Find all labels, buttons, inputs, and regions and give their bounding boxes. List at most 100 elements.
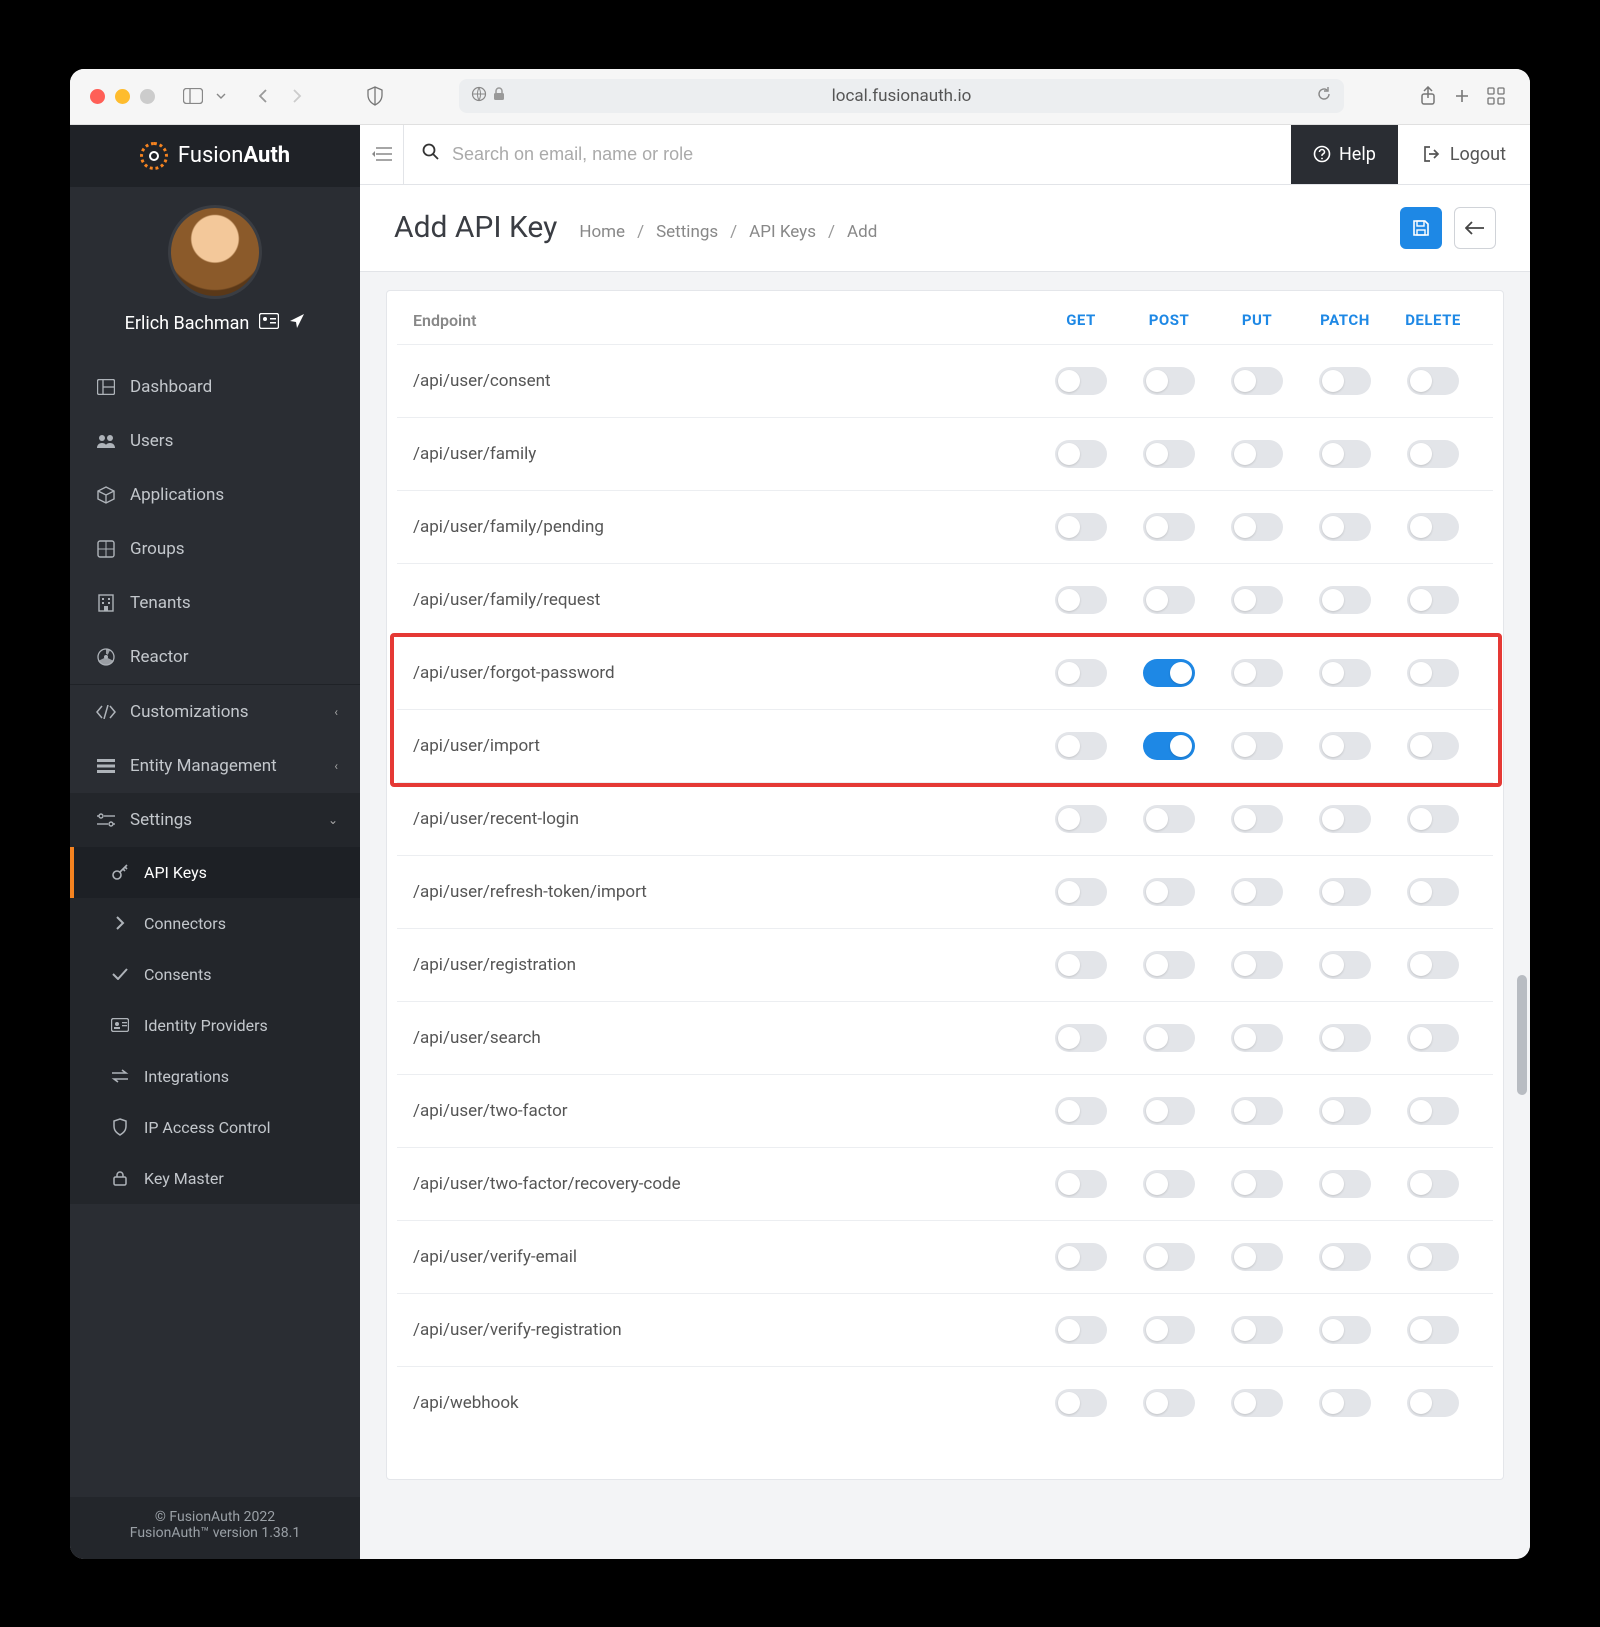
toggle-patch[interactable] <box>1319 1170 1371 1198</box>
toggle-post[interactable] <box>1143 440 1195 468</box>
sidebar-subitem-connectors[interactable]: Connectors <box>70 898 360 949</box>
toggle-post[interactable] <box>1143 1024 1195 1052</box>
toggle-post[interactable] <box>1143 659 1195 687</box>
sidebar-item-groups[interactable]: Groups <box>70 522 360 576</box>
toggle-put[interactable] <box>1231 805 1283 833</box>
toggle-get[interactable] <box>1055 951 1107 979</box>
toggle-get[interactable] <box>1055 1097 1107 1125</box>
toggle-patch[interactable] <box>1319 440 1371 468</box>
toggle-get[interactable] <box>1055 878 1107 906</box>
sidebar-subitem-consents[interactable]: Consents <box>70 949 360 1000</box>
toggle-post[interactable] <box>1143 586 1195 614</box>
sidebar-item-settings[interactable]: Settings ⌄ <box>70 793 360 847</box>
toggle-put[interactable] <box>1231 1316 1283 1344</box>
reload-icon[interactable] <box>1316 86 1332 107</box>
toggle-patch[interactable] <box>1319 1389 1371 1417</box>
toggle-delete[interactable] <box>1407 1316 1459 1344</box>
sidebar-toggle-icon[interactable] <box>179 82 207 110</box>
toggle-delete[interactable] <box>1407 659 1459 687</box>
toggle-patch[interactable] <box>1319 805 1371 833</box>
sidebar-item-tenants[interactable]: Tenants <box>70 576 360 630</box>
toggle-put[interactable] <box>1231 732 1283 760</box>
toggle-post[interactable] <box>1143 367 1195 395</box>
toggle-delete[interactable] <box>1407 1243 1459 1271</box>
save-button[interactable] <box>1400 207 1442 249</box>
toggle-delete[interactable] <box>1407 513 1459 541</box>
toggle-patch[interactable] <box>1319 1243 1371 1271</box>
maximize-window-icon[interactable] <box>140 89 155 104</box>
toggle-post[interactable] <box>1143 732 1195 760</box>
toggle-delete[interactable] <box>1407 1024 1459 1052</box>
vcard-icon[interactable] <box>259 313 279 334</box>
sidebar-subitem-key-master[interactable]: Key Master <box>70 1153 360 1204</box>
toggle-patch[interactable] <box>1319 367 1371 395</box>
toggle-get[interactable] <box>1055 659 1107 687</box>
toggle-patch[interactable] <box>1319 659 1371 687</box>
toggle-post[interactable] <box>1143 878 1195 906</box>
sidebar-item-applications[interactable]: Applications <box>70 468 360 522</box>
toggle-put[interactable] <box>1231 659 1283 687</box>
toggle-patch[interactable] <box>1319 513 1371 541</box>
sidebar-item-users[interactable]: Users <box>70 414 360 468</box>
crumb-api-keys[interactable]: API Keys <box>749 222 816 242</box>
toggle-get[interactable] <box>1055 367 1107 395</box>
toggle-delete[interactable] <box>1407 732 1459 760</box>
toggle-put[interactable] <box>1231 1024 1283 1052</box>
toggle-get[interactable] <box>1055 513 1107 541</box>
sidebar-item-entity-management[interactable]: Entity Management ‹ <box>70 739 360 793</box>
toggle-put[interactable] <box>1231 1097 1283 1125</box>
toggle-get[interactable] <box>1055 440 1107 468</box>
sidebar-subitem-ip-access-control[interactable]: IP Access Control <box>70 1102 360 1153</box>
toggle-get[interactable] <box>1055 1024 1107 1052</box>
back-icon[interactable] <box>249 82 277 110</box>
brand-header[interactable]: FusionAuth <box>70 125 360 187</box>
share-icon[interactable] <box>1414 82 1442 110</box>
chevron-down-icon[interactable] <box>213 82 229 110</box>
toggle-patch[interactable] <box>1319 951 1371 979</box>
toggle-post[interactable] <box>1143 951 1195 979</box>
tabs-overview-icon[interactable] <box>1482 82 1510 110</box>
toggle-put[interactable] <box>1231 513 1283 541</box>
sidebar-subitem-identity-providers[interactable]: Identity Providers <box>70 1000 360 1051</box>
toggle-post[interactable] <box>1143 1097 1195 1125</box>
toggle-patch[interactable] <box>1319 1097 1371 1125</box>
toggle-patch[interactable] <box>1319 878 1371 906</box>
address-bar[interactable]: local.fusionauth.io <box>459 79 1344 113</box>
toggle-put[interactable] <box>1231 878 1283 906</box>
crumb-settings[interactable]: Settings <box>656 222 718 242</box>
new-tab-icon[interactable] <box>1448 82 1476 110</box>
toggle-patch[interactable] <box>1319 1024 1371 1052</box>
sidebar-item-dashboard[interactable]: Dashboard <box>70 360 360 414</box>
toggle-put[interactable] <box>1231 951 1283 979</box>
close-window-icon[interactable] <box>90 89 105 104</box>
location-icon[interactable] <box>289 313 305 334</box>
search-input[interactable] <box>452 144 1273 165</box>
toggle-get[interactable] <box>1055 1316 1107 1344</box>
toggle-put[interactable] <box>1231 1243 1283 1271</box>
minimize-window-icon[interactable] <box>115 89 130 104</box>
toggle-delete[interactable] <box>1407 1170 1459 1198</box>
toggle-get[interactable] <box>1055 1389 1107 1417</box>
toggle-post[interactable] <box>1143 513 1195 541</box>
sidebar-item-customizations[interactable]: Customizations ‹ <box>70 685 360 739</box>
toggle-delete[interactable] <box>1407 878 1459 906</box>
toggle-get[interactable] <box>1055 1243 1107 1271</box>
toggle-get[interactable] <box>1055 586 1107 614</box>
toggle-put[interactable] <box>1231 586 1283 614</box>
toggle-post[interactable] <box>1143 1243 1195 1271</box>
toggle-put[interactable] <box>1231 367 1283 395</box>
crumb-home[interactable]: Home <box>579 222 625 242</box>
toggle-delete[interactable] <box>1407 951 1459 979</box>
shield-icon[interactable] <box>361 82 389 110</box>
sidebar-subitem-integrations[interactable]: Integrations <box>70 1051 360 1102</box>
toggle-put[interactable] <box>1231 1389 1283 1417</box>
back-button[interactable] <box>1454 207 1496 249</box>
toggle-get[interactable] <box>1055 732 1107 760</box>
toggle-delete[interactable] <box>1407 1389 1459 1417</box>
toggle-post[interactable] <box>1143 1389 1195 1417</box>
collapse-sidebar-icon[interactable] <box>360 125 404 185</box>
toggle-patch[interactable] <box>1319 1316 1371 1344</box>
avatar[interactable] <box>168 205 262 299</box>
site-settings-icon[interactable] <box>471 86 487 107</box>
toggle-get[interactable] <box>1055 805 1107 833</box>
